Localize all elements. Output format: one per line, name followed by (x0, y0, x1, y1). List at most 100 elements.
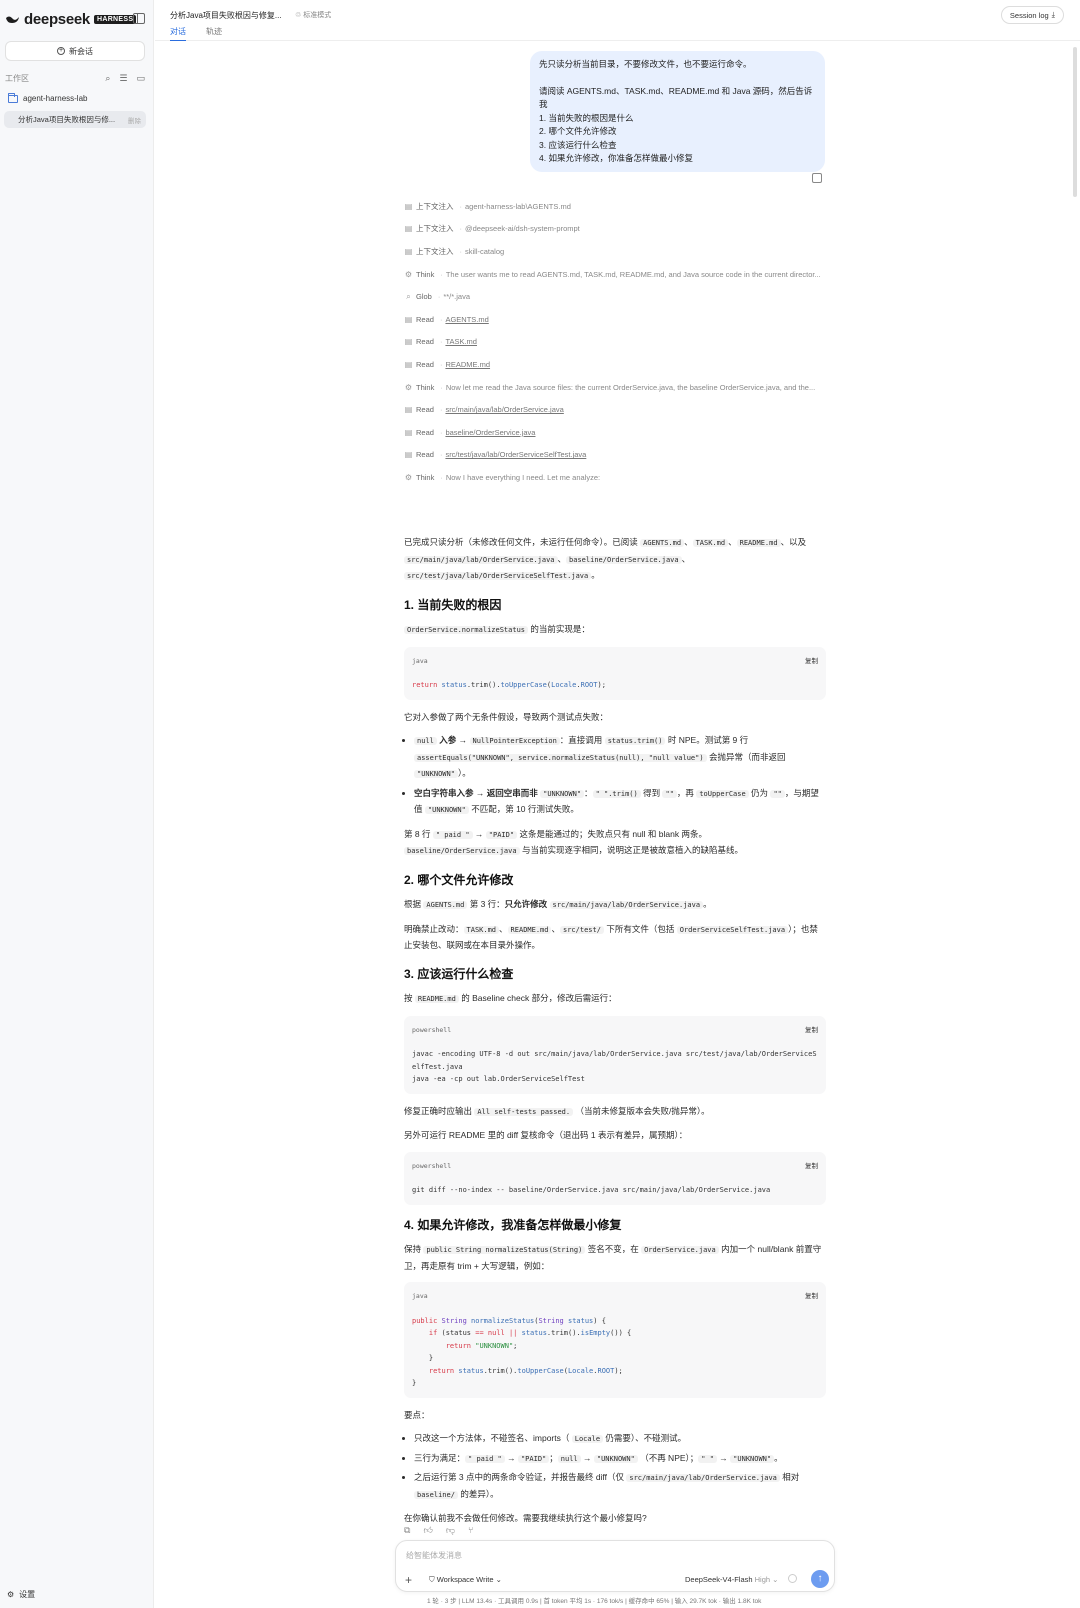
brain-icon: ⚙ (404, 472, 413, 482)
bold-text: 空白字符串入参 → 返回空串而非 (414, 787, 538, 798)
step-kind: Read (416, 337, 434, 347)
logo[interactable]: deepseek HARNESS (5, 11, 137, 28)
inline-code: null (414, 737, 437, 745)
step-item[interactable]: ▤ Read · AGENTS.md (404, 308, 826, 331)
step-kind: Read (416, 314, 434, 324)
inline-code: OrderServiceSelfTest.java (676, 925, 789, 934)
document-icon: ▤ (404, 405, 413, 415)
copy-code-button[interactable]: 复制 (805, 1159, 818, 1175)
step-item[interactable]: ▤ Read · baseline/OrderService.java (404, 421, 826, 444)
step-detail[interactable]: src/main/java/lab/OrderService.java (445, 405, 563, 414)
search-icon[interactable]: ⌕ (105, 73, 110, 84)
workspace-folder[interactable]: agent-harness-lab (8, 92, 87, 103)
sidebar-toggle-icon[interactable] (133, 13, 145, 24)
settings-button[interactable]: ⚙ 设置 (7, 1589, 35, 1600)
inline-code: " " (698, 1454, 717, 1463)
session-log-button[interactable]: Session log ⤓ (1000, 6, 1064, 24)
step-item[interactable]: ⚙ Think · Now I have everything I need. Let… (404, 466, 826, 489)
bold-text: 入参 (439, 735, 457, 745)
mode-indicator[interactable]: ♲ 标准模式 (295, 10, 331, 20)
step-item[interactable]: ▤ Read · src/test/java/lab/OrderServiceSelf… (404, 444, 826, 467)
document-icon: ▤ (404, 201, 413, 211)
bullet-list: 只改这一个方法体，不碰签名、imports（ Locale 仍需要）、不碰测试。… (404, 1431, 826, 1503)
text: 的 Baseline check 部分，修改后需运行： (461, 993, 617, 1003)
scrollbar[interactable] (1073, 47, 1077, 197)
user-message-item: 3. 应该运行什么检查 (539, 139, 617, 150)
step-detail[interactable]: src/test/java/lab/OrderServiceSelfTest.j… (445, 450, 586, 459)
answer-intro: 已完成只读分析（未修改任何文件，未运行任何命令）。已阅读 AGENTS.md、 T… (404, 537, 807, 580)
text: 下所有文件（包括 (606, 923, 675, 934)
copy-code-button[interactable]: 复制 (805, 654, 818, 670)
session-delete-button[interactable]: 删除 (128, 115, 141, 125)
text: （不再 NPE）； (640, 1452, 699, 1463)
text: 的当前实现是： (530, 624, 590, 634)
sidebar: deepseek HARNESS + 新会话 工作区 ⌕ ☰ ▭ agent-h… (0, 0, 154, 1608)
text: （当前未修复版本会失败/抛异常）。 (575, 1105, 710, 1116)
step-item[interactable]: ▤ 上下文注入 · agent-harness-lab\AGENTS.md (404, 195, 826, 218)
step-item[interactable]: ▤ Read · src/main/java/lab/OrderService.jav… (404, 398, 826, 421)
separator-dot: · (440, 472, 443, 482)
paragraph: 第 8 行 " paid " → "PAID" 这条是能通过的；失败点只有 nu… (404, 828, 743, 855)
branch-icon[interactable]: ⑂ (468, 1525, 473, 1536)
copy-icon[interactable]: ⧉ (404, 1525, 410, 1536)
step-item[interactable]: ⚙ Think · Now let me read the Java source f… (404, 376, 826, 399)
step-detail[interactable]: AGENTS.md (445, 315, 488, 324)
new-chat-button[interactable]: + 新会话 (5, 41, 145, 61)
code-block: powershell 复制 javac -encoding UTF-8 -d ou… (404, 1015, 826, 1094)
copy-code-button[interactable]: 复制 (805, 1023, 818, 1039)
workspace-label: 工作区 (5, 73, 29, 83)
model-select[interactable]: DeepSeek-V4-Flash High ⌄ (685, 1575, 778, 1584)
send-button[interactable]: ↑ (811, 1570, 829, 1588)
message-input[interactable]: 给智能体发消息 (406, 1550, 462, 1561)
code-lang: java (412, 656, 428, 665)
step-item[interactable]: ▤ Read · README.md (404, 353, 826, 376)
tab-trace[interactable]: 轨迹 (206, 26, 222, 41)
separator-dot: · (440, 382, 443, 392)
section-heading: 4. 如果允许修改，我准备怎样做最小修复 (404, 1217, 622, 1232)
text: 保持 (404, 1244, 422, 1254)
chat-area: 先只读分析当前目录，不要修改文件，也不要运行命令。 请阅读 AGENTS.md、… (404, 45, 826, 1595)
thumbs-up-icon[interactable]: 👍︎ (423, 1525, 432, 1536)
search-icon: ⌕ (406, 291, 411, 301)
step-detail[interactable]: TASK.md (445, 337, 477, 346)
text: 、以及 (780, 537, 807, 547)
user-message: 先只读分析当前目录，不要修改文件，也不要运行命令。 请阅读 AGENTS.md、… (530, 51, 825, 172)
step-detail[interactable]: baseline/OrderService.java (445, 428, 535, 437)
step-item[interactable]: ⌕ Glob · **/*.java (404, 285, 826, 308)
text: 会抛异常（而非返回 (708, 751, 786, 762)
session-item[interactable]: 分析Java项目失败根因与修... 删除 (4, 111, 146, 128)
copy-icon[interactable] (812, 173, 822, 183)
copy-code-button[interactable]: 复制 (805, 1289, 818, 1305)
step-detail: skill-catalog (465, 246, 505, 256)
brand-name: deepseek (24, 11, 90, 28)
text: 仍为 (751, 787, 769, 798)
step-item[interactable]: ▤ 上下文注入 · skill-catalog (404, 240, 826, 263)
attach-button[interactable]: + (405, 1573, 412, 1587)
feedback-bar: ⧉ 👍︎ 👎︎ ⑂ (404, 1525, 473, 1536)
step-kind: Read (416, 427, 434, 437)
chevron-down-icon: ⌄ (772, 1575, 779, 1584)
separator-dot: · (437, 292, 441, 302)
thumbs-down-icon[interactable]: 👎︎ (446, 1525, 455, 1536)
tab-chat[interactable]: 对话 (170, 26, 186, 41)
shield-icon: ♲ (295, 12, 304, 19)
inline-code: "" (770, 789, 785, 798)
session-log-label: Session log (1009, 10, 1049, 20)
step-detail: Now let me read the Java source files: t… (445, 382, 816, 392)
filter-icon[interactable]: ☰ (119, 73, 127, 84)
composer: 给智能体发消息 + ⛉ Workspace Write ⌄ DeepSeek-V… (395, 1540, 835, 1592)
list-item: 三行为满足：" paid " → "PAID"；null → "UNKNOWN"… (414, 1451, 826, 1468)
inline-code: "UNKNOWN" (593, 1454, 638, 1463)
text: 相对 (782, 1472, 800, 1482)
section-heading: 1. 当前失败的根因 (404, 597, 502, 612)
text: 修复正确时应输出 (404, 1105, 473, 1116)
text: 明确禁止改动： (404, 923, 464, 934)
step-item[interactable]: ▤ 上下文注入 · @deepseek-ai/dsh-system-prompt (404, 218, 826, 241)
inline-code: README.md (736, 539, 781, 547)
step-item[interactable]: ▤ Read · TASK.md (404, 331, 826, 354)
step-detail[interactable]: README.md (445, 360, 490, 369)
inline-code: All self-tests passed. (474, 1107, 574, 1116)
permission-select[interactable]: ⛉ Workspace Write ⌄ (429, 1575, 502, 1585)
step-item[interactable]: ⚙ Think · The user wants me to read AGENTS.… (404, 263, 826, 286)
new-folder-icon[interactable]: ▭ (136, 73, 145, 84)
